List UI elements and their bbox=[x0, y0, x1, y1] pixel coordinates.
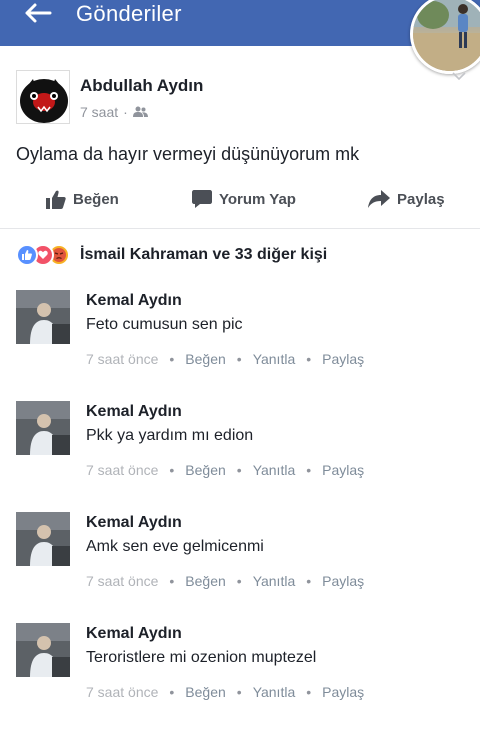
share-button-label: Paylaş bbox=[397, 190, 445, 208]
commenter-avatar[interactable] bbox=[16, 401, 70, 455]
comment-time: 7 saat önce bbox=[86, 573, 159, 589]
comment-like-link[interactable]: Beğen bbox=[185, 462, 225, 478]
comment-text: Teroristlere mi ozenion muptezel bbox=[86, 649, 317, 666]
comment-time: 7 saat önce bbox=[86, 684, 159, 700]
comment-like-link[interactable]: Beğen bbox=[185, 684, 225, 700]
creature-avatar-icon bbox=[17, 71, 69, 123]
post-meta: 7 saat · bbox=[80, 104, 148, 120]
top-app-bar: Gönderiler bbox=[0, 0, 480, 46]
back-arrow-icon[interactable] bbox=[22, 2, 52, 24]
page-title: Gönderiler bbox=[76, 1, 182, 26]
meta-separator: • bbox=[236, 351, 242, 367]
chevron-down-icon[interactable] bbox=[452, 72, 466, 80]
person-photo-icon bbox=[16, 512, 70, 566]
comment-meta: 7 saat önce • Beğen • Yanıtla • Paylaş bbox=[86, 573, 364, 589]
comment-like-link[interactable]: Beğen bbox=[185, 351, 225, 367]
comment-reply-link[interactable]: Yanıtla bbox=[253, 462, 296, 478]
post-action-bar: Beğen Yorum Yap Paylaş bbox=[0, 182, 480, 222]
like-button[interactable]: Beğen bbox=[46, 190, 119, 209]
comment-button-label: Yorum Yap bbox=[219, 190, 296, 208]
comment-time: 7 saat önce bbox=[86, 462, 159, 478]
post-author-name[interactable]: Abdullah Aydın bbox=[80, 76, 203, 96]
post-body: Oylama da hayır vermeyi düşünüyorum mk bbox=[16, 144, 360, 164]
comment-item: Kemal Aydın Pkk ya yardım mı edion 7 saa… bbox=[0, 401, 480, 501]
meta-separator: • bbox=[306, 684, 312, 700]
share-arrow-icon bbox=[368, 190, 390, 208]
comment-button[interactable]: Yorum Yap bbox=[192, 190, 296, 208]
comment-meta: 7 saat önce • Beğen • Yanıtla • Paylaş bbox=[86, 462, 364, 478]
person-photo-icon bbox=[16, 290, 70, 344]
post-time[interactable]: 7 saat bbox=[80, 104, 118, 120]
meta-separator: • bbox=[169, 573, 175, 589]
comment-text: Amk sen eve gelmicenmi bbox=[86, 538, 264, 555]
meta-separator: • bbox=[306, 351, 312, 367]
commenter-avatar[interactable] bbox=[16, 512, 70, 566]
post-author-avatar[interactable] bbox=[16, 70, 70, 124]
meta-separator: • bbox=[306, 462, 312, 478]
like-button-label: Beğen bbox=[73, 191, 119, 208]
comment-reply-link[interactable]: Yanıtla bbox=[253, 573, 296, 589]
comment-item: Kemal Aydın Amk sen eve gelmicenmi 7 saa… bbox=[0, 512, 480, 612]
commenter-name[interactable]: Kemal Aydın bbox=[86, 625, 182, 643]
comment-time: 7 saat önce bbox=[86, 351, 159, 367]
comment-share-link[interactable]: Paylaş bbox=[322, 351, 364, 367]
comment-meta: 7 saat önce • Beğen • Yanıtla • Paylaş bbox=[86, 684, 364, 700]
comment-reply-link[interactable]: Yanıtla bbox=[253, 684, 296, 700]
commenter-name[interactable]: Kemal Aydın bbox=[86, 292, 182, 310]
comment-item: Kemal Aydın Feto cumusun sen pic 7 saat … bbox=[0, 290, 480, 390]
commenter-name[interactable]: Kemal Aydın bbox=[86, 403, 182, 421]
share-button[interactable]: Paylaş bbox=[368, 190, 445, 208]
meta-separator: • bbox=[169, 351, 175, 367]
comment-text: Pkk ya yardım mı edion bbox=[86, 427, 254, 444]
comment-share-link[interactable]: Paylaş bbox=[322, 573, 364, 589]
person-photo-icon bbox=[16, 623, 70, 677]
meta-separator: • bbox=[236, 684, 242, 700]
like-reaction-icon bbox=[16, 244, 38, 266]
thumbs-up-icon bbox=[46, 190, 66, 209]
meta-separator: • bbox=[236, 462, 242, 478]
comment-reply-link[interactable]: Yanıtla bbox=[253, 351, 296, 367]
comment-bubble-icon bbox=[192, 190, 212, 208]
comment-like-link[interactable]: Beğen bbox=[185, 573, 225, 589]
section-divider bbox=[0, 228, 480, 229]
meta-separator: • bbox=[169, 462, 175, 478]
person-photo-icon bbox=[16, 401, 70, 455]
commenter-avatar[interactable] bbox=[16, 623, 70, 677]
reactions-summary-text: İsmail Kahraman ve 33 diğer kişi bbox=[80, 246, 328, 263]
commenter-avatar[interactable] bbox=[16, 290, 70, 344]
comment-share-link[interactable]: Paylaş bbox=[322, 684, 364, 700]
comment-meta: 7 saat önce • Beğen • Yanıtla • Paylaş bbox=[86, 351, 364, 367]
chat-head-avatar[interactable] bbox=[410, 0, 480, 74]
commenter-name[interactable]: Kemal Aydın bbox=[86, 514, 182, 532]
friends-icon[interactable] bbox=[132, 106, 148, 118]
meta-separator: · bbox=[123, 104, 128, 120]
meta-separator: • bbox=[236, 573, 242, 589]
comment-item: Kemal Aydın Teroristlere mi ozenion mupt… bbox=[0, 623, 480, 723]
meta-separator: • bbox=[169, 684, 175, 700]
reactions-summary[interactable]: İsmail Kahraman ve 33 diğer kişi bbox=[16, 244, 327, 266]
meta-separator: • bbox=[306, 573, 312, 589]
comment-text: Feto cumusun sen pic bbox=[86, 316, 243, 333]
comment-share-link[interactable]: Paylaş bbox=[322, 462, 364, 478]
person-photo-icon bbox=[413, 0, 480, 71]
